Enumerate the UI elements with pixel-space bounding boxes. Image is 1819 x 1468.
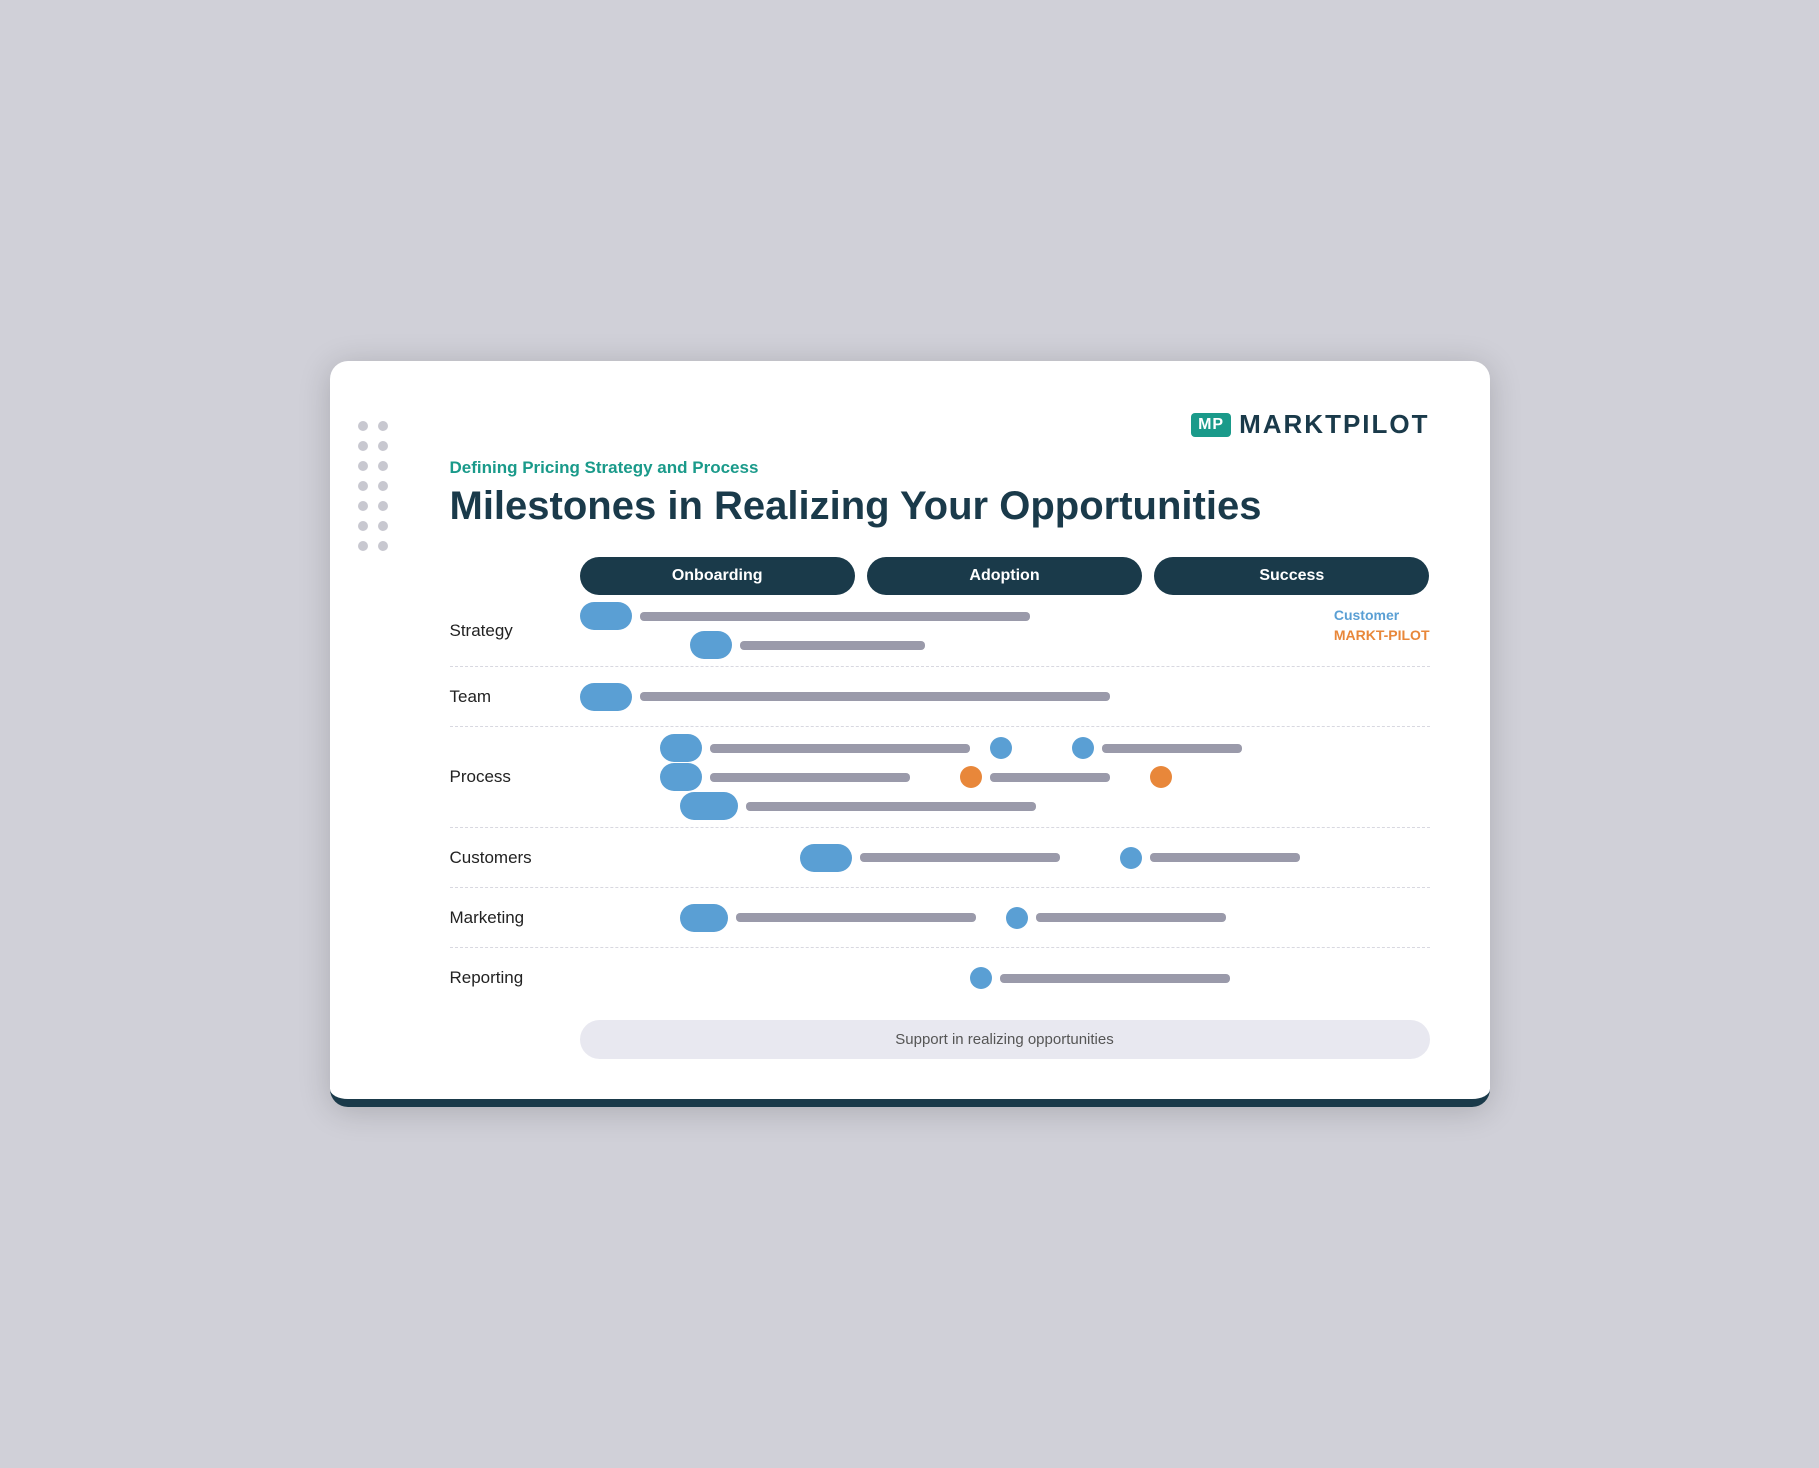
phase-success: Success (1154, 557, 1429, 595)
bar (746, 802, 1036, 811)
table-row: Customers (450, 828, 1430, 888)
main-title: Milestones in Realizing Your Opportuniti… (450, 484, 1430, 529)
track (580, 766, 1430, 788)
dot-orange (1150, 766, 1172, 788)
track (580, 907, 1430, 929)
phase-header: Onboarding Adoption Success (580, 557, 1430, 595)
row-label-reporting: Reporting (450, 968, 580, 988)
bar (1000, 974, 1230, 983)
dot-blue (990, 737, 1012, 759)
support-bar: Support in realizing opportunities (580, 1020, 1430, 1059)
row-label-marketing: Marketing (450, 908, 580, 928)
phase-adoption: Adoption (867, 557, 1142, 595)
track (580, 847, 1430, 869)
track (580, 967, 1430, 989)
bar (740, 641, 925, 650)
table-row: Strategy (450, 595, 1430, 667)
table-row: Process (450, 727, 1430, 828)
row-label-team: Team (450, 687, 580, 707)
bar (640, 692, 1110, 701)
row-tracks-marketing (580, 907, 1430, 929)
bar (710, 773, 910, 782)
logo-text: MARKTPILOT (1239, 409, 1429, 440)
table-row: Team (450, 667, 1430, 727)
dot-blue (1006, 907, 1028, 929)
row-label-process: Process (450, 767, 580, 787)
bar (640, 612, 1030, 621)
logo-icon: MP (1191, 413, 1231, 437)
track (580, 795, 1430, 817)
track (580, 686, 1430, 708)
pill-blue (680, 792, 738, 820)
dot-blue (970, 967, 992, 989)
row-tracks-process (580, 737, 1430, 817)
chart-container: Onboarding Adoption Success Customer MAR… (450, 557, 1430, 1059)
logo-area: MP MARKTPILOT (390, 409, 1430, 440)
pill-blue (660, 763, 702, 791)
dots-decoration (358, 421, 388, 551)
pill-blue (580, 602, 632, 630)
table-row: Reporting (450, 948, 1430, 1008)
track (580, 605, 1430, 627)
bar (1102, 744, 1242, 753)
track (580, 737, 1430, 759)
row-tracks-customers (580, 847, 1430, 869)
row-label-customers: Customers (450, 848, 580, 868)
pill-blue (580, 683, 632, 711)
pill-blue (690, 631, 732, 659)
logo: MP MARKTPILOT (1191, 409, 1429, 440)
pill-blue (660, 734, 702, 762)
bar (710, 744, 970, 753)
bar (1036, 913, 1226, 922)
row-label-strategy: Strategy (450, 621, 580, 641)
bar (1150, 853, 1300, 862)
dot-blue (1072, 737, 1094, 759)
dot-blue (1120, 847, 1142, 869)
bar (990, 773, 1110, 782)
rows-area: Strategy (450, 595, 1430, 1008)
bar (860, 853, 1060, 862)
pill-blue (680, 904, 728, 932)
main-card: MP MARKTPILOT Defining Pricing Strategy … (330, 361, 1490, 1107)
table-row: Marketing (450, 888, 1430, 948)
row-tracks-strategy (580, 605, 1430, 656)
bar (736, 913, 976, 922)
phase-onboarding: Onboarding (580, 557, 855, 595)
pill-blue (800, 844, 852, 872)
row-tracks-team (580, 686, 1430, 708)
subtitle: Defining Pricing Strategy and Process (450, 458, 1430, 478)
dot-orange (960, 766, 982, 788)
track (580, 634, 1430, 656)
row-tracks-reporting (580, 967, 1430, 989)
